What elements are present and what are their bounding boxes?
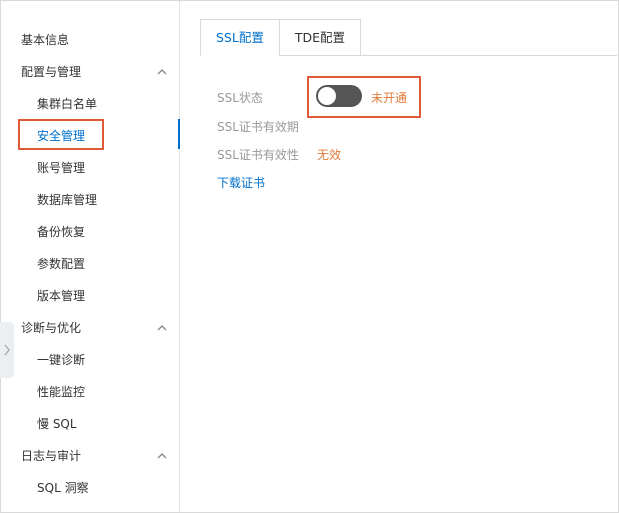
sidebar-item-performance-monitor[interactable]: 性能监控 <box>1 378 180 406</box>
ssl-status-value: 未开通 <box>371 91 408 105</box>
chevron-right-icon <box>4 344 10 356</box>
sidebar-item-one-click-diagnosis[interactable]: 一键诊断 <box>1 346 180 374</box>
ssl-status-label: SSL状态 <box>217 91 263 105</box>
sidebar-item-database-management[interactable]: 数据库管理 <box>1 186 180 214</box>
sidebar-item-basic-info[interactable]: 基本信息 <box>1 26 180 54</box>
sidebar-item-version-management[interactable]: 版本管理 <box>1 282 180 310</box>
sidebar-group-label: 诊断与优化 <box>21 321 82 335</box>
active-indicator <box>178 119 180 149</box>
download-certificate-link[interactable]: 下载证书 <box>217 174 265 191</box>
toggle-knob <box>318 87 336 105</box>
chevron-up-icon[interactable] <box>156 58 168 86</box>
sidebar-item-backup-restore[interactable]: 备份恢复 <box>1 218 180 246</box>
sidebar-item-slow-sql[interactable]: 慢 SQL <box>1 410 180 438</box>
sidebar-group-config-management[interactable]: 配置与管理 <box>1 58 180 86</box>
sidebar-group-log-audit[interactable]: 日志与审计 <box>1 442 180 470</box>
sidebar-item-security-management[interactable]: 安全管理 <box>1 122 180 150</box>
sidebar-collapse-handle[interactable] <box>0 322 14 378</box>
sidebar-group-diagnosis-optimization[interactable]: 诊断与优化 <box>1 314 180 342</box>
sidebar-group-label: 配置与管理 <box>21 65 82 79</box>
sidebar-item-account-management[interactable]: 账号管理 <box>1 154 180 182</box>
sidebar-item-parameter-config[interactable]: 参数配置 <box>1 250 180 278</box>
sidebar-item-sql-insight[interactable]: SQL 洞察 <box>1 474 180 502</box>
sidebar-item-cluster-whitelist[interactable]: 集群白名单 <box>1 90 180 118</box>
tab-bar: SSL配置 TDE配置 <box>200 19 362 56</box>
chevron-up-icon[interactable] <box>156 442 168 470</box>
ssl-cert-validity-label: SSL证书有效性 <box>217 148 299 162</box>
ssl-cert-expiry-label: SSL证书有效期 <box>217 120 299 134</box>
ssl-cert-validity-value: 无效 <box>317 148 342 162</box>
ssl-status-toggle[interactable] <box>316 85 362 107</box>
chevron-up-icon[interactable] <box>156 314 168 342</box>
tab-tde-config[interactable]: TDE配置 <box>279 19 362 56</box>
sidebar-group-label: 日志与审计 <box>21 449 82 463</box>
tab-ssl-config[interactable]: SSL配置 <box>200 19 280 56</box>
sidebar: 基本信息 配置与管理 集群白名单 安全管理 账号管理 数据库管理 备份恢复 参数… <box>1 1 180 512</box>
